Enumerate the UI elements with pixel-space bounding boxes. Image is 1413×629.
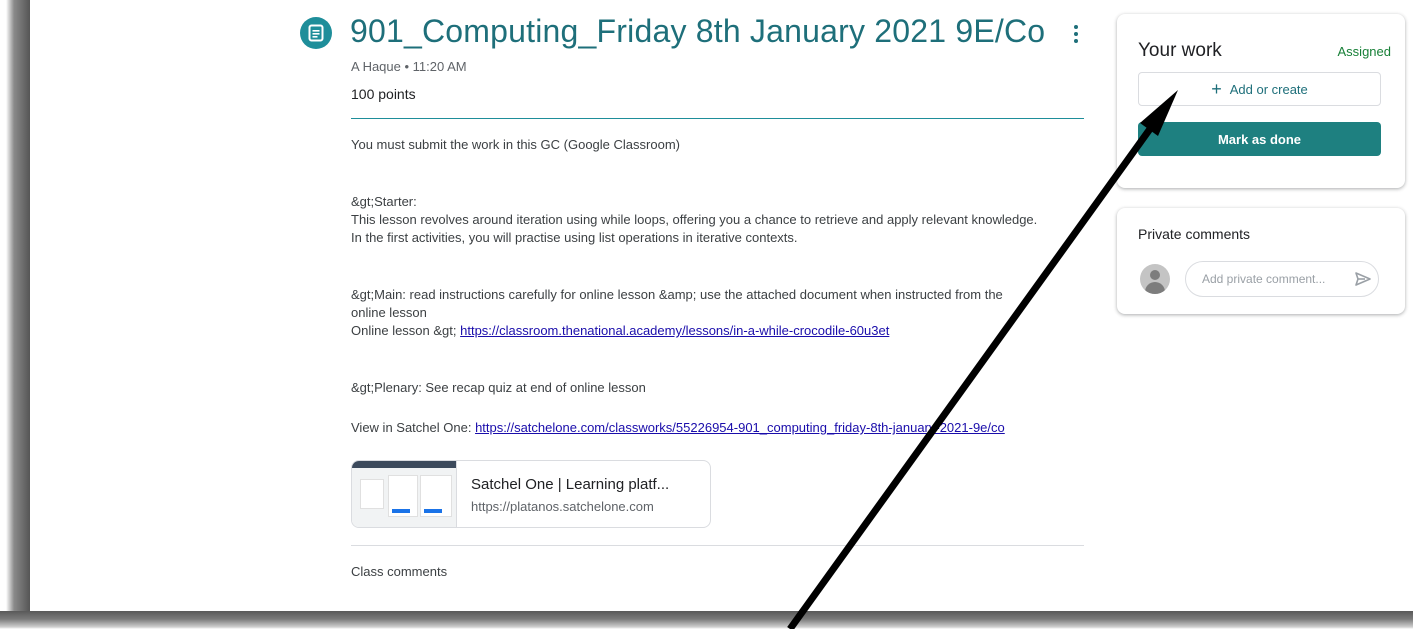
main-text-1: &gt;Main: read instructions carefully fo…	[351, 287, 1003, 302]
online-lesson-prefix: Online lesson &gt;	[351, 323, 461, 338]
add-or-create-button[interactable]: + Add or create	[1138, 72, 1381, 106]
send-icon[interactable]	[1353, 269, 1373, 289]
starter-text-2: In the first activities, you will practi…	[351, 230, 798, 245]
plenary-text: &gt;Plenary: See recap quiz at end of on…	[351, 380, 646, 395]
online-lesson-line: Online lesson &gt; https://classroom.the…	[351, 322, 1091, 340]
private-comments-card: Private comments Add private comment...	[1117, 208, 1405, 314]
attachment-url: https://platanos.satchelone.com	[471, 499, 654, 514]
avatar-icon	[1140, 264, 1170, 294]
instruction-line: You must submit the work in this GC (Goo…	[351, 137, 680, 152]
main-text-2: online lesson	[351, 305, 427, 320]
classroom-assignment-page: 901_Computing_Friday 8th January 2021 9E…	[30, 0, 1413, 611]
class-comments-label[interactable]: Class comments	[351, 564, 447, 579]
attachment-title: Satchel One | Learning platf...	[471, 476, 670, 493]
header-divider	[351, 118, 1084, 119]
satchel-line: View in Satchel One: https://satchelone.…	[351, 419, 1091, 437]
status-badge: Assigned	[1337, 44, 1391, 59]
starter-heading: &gt;Starter:	[351, 194, 417, 209]
assignment-points: 100 points	[351, 86, 416, 102]
assignment-meta: A Haque • 11:20 AM	[351, 59, 467, 74]
plus-icon: +	[1211, 79, 1222, 99]
your-work-card: Your work Assigned + Add or create Mark …	[1117, 14, 1405, 188]
satchel-link[interactable]: https://satchelone.com/classworks/552269…	[475, 420, 1005, 435]
add-or-create-label: Add or create	[1229, 81, 1308, 97]
your-work-title: Your work	[1138, 40, 1222, 61]
attachment-thumbnail	[352, 461, 457, 527]
assignment-title: 901_Computing_Friday 8th January 2021 9E…	[350, 13, 1046, 49]
online-lesson-link[interactable]: https://classroom.thenational.academy/le…	[460, 323, 889, 338]
mark-as-done-button[interactable]: Mark as done	[1138, 122, 1381, 156]
satchel-prefix: View in Satchel One:	[351, 420, 476, 435]
attachment-card[interactable]: Satchel One | Learning platf... https://…	[351, 460, 711, 528]
assignment-icon	[300, 17, 332, 49]
frame-shadow-left	[0, 0, 30, 629]
screenshot-frame: 901_Computing_Friday 8th January 2021 9E…	[0, 0, 1413, 629]
more-vert-icon[interactable]	[1066, 22, 1086, 46]
starter-text-1: This lesson revolves around iteration us…	[351, 212, 1038, 227]
private-comment-input[interactable]: Add private comment...	[1185, 261, 1379, 297]
comments-divider	[351, 545, 1084, 546]
frame-shadow-bottom	[0, 611, 1413, 629]
private-comments-title: Private comments	[1138, 226, 1251, 242]
